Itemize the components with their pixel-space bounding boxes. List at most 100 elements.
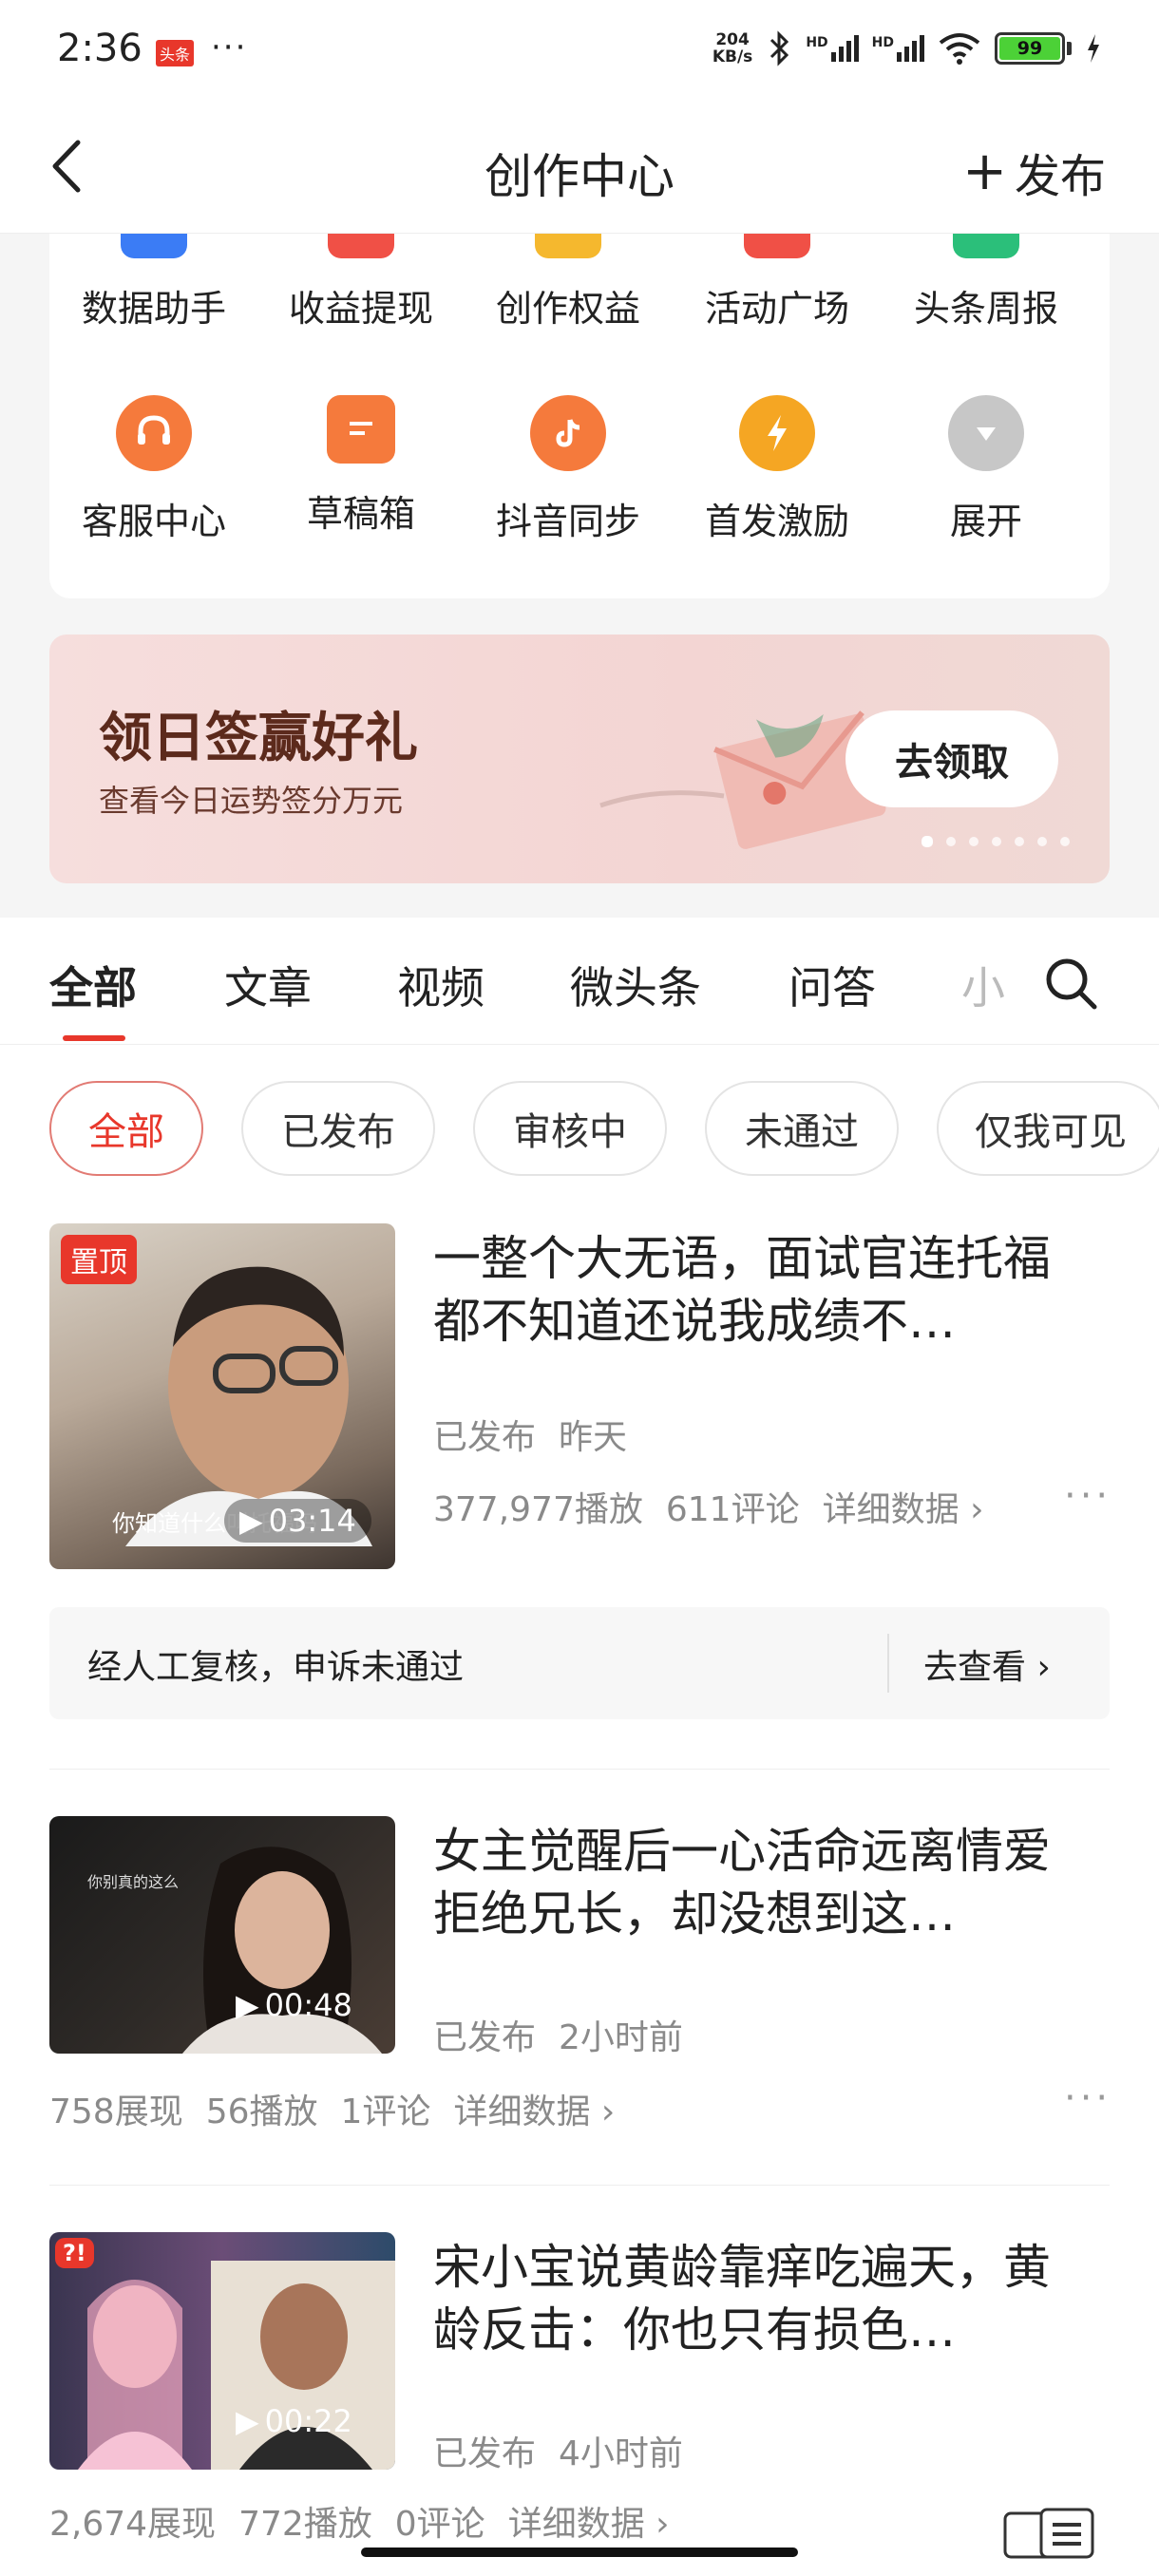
tab-more-partial[interactable]: 小: [961, 954, 1005, 1016]
lightning-icon: [739, 395, 815, 471]
divider: [49, 1769, 1110, 1770]
publish-button[interactable]: + 发布: [962, 139, 1106, 205]
data-assistant-icon: [121, 234, 187, 258]
grid-label: 创作权益: [495, 288, 640, 330]
publish-label: 发布: [1014, 150, 1106, 203]
chevron-right-icon: ›: [600, 2093, 616, 2131]
question-mark-badge: ?!: [55, 2238, 94, 2268]
play-icon: ▶: [239, 1503, 263, 1539]
charging-icon: [1088, 34, 1099, 63]
filter-all[interactable]: 全部: [49, 1081, 203, 1176]
weekly-report-icon: [953, 234, 1019, 258]
battery-level: 99: [999, 37, 1060, 60]
item-title[interactable]: 女主觉醒后一心活命远离情爱拒绝兄长，却没想到这…: [433, 1820, 1060, 1945]
grid-label: 展开: [949, 501, 1022, 542]
filter-rejected[interactable]: 未通过: [705, 1081, 899, 1176]
grid-item-customer-service[interactable]: 客服中心: [49, 395, 258, 544]
grid-label: 首发激励: [704, 501, 849, 542]
video-thumbnail[interactable]: 置顶 你知道什么叫托福吗 ▶ 03:14: [49, 1223, 395, 1569]
detail-data-link[interactable]: 详细数据 ›: [823, 1482, 984, 1531]
filter-private[interactable]: 仅我可见: [937, 1081, 1159, 1176]
status-more-icon: ···: [211, 28, 248, 66]
view-appeal-link[interactable]: 去查看 ›: [923, 1639, 1051, 1689]
list-item[interactable]: ?! ▶ 00:22 宋小宝说黄龄靠痒吃遍天，黄龄反击：你也只有损色… 已发布 …: [0, 2232, 1159, 2555]
detail-data-link[interactable]: 详细数据 ›: [508, 2502, 670, 2540]
claim-button[interactable]: 去领取: [846, 710, 1058, 807]
video-duration: ▶ 00:22: [236, 2403, 352, 2439]
grid-item-data-assistant[interactable]: 数据助手: [49, 234, 258, 331]
tab-micro-posts[interactable]: 微头条: [570, 954, 701, 1016]
withdraw-icon: [328, 234, 394, 258]
grid-item-weekly-report[interactable]: 头条周报: [882, 234, 1091, 331]
tab-qa[interactable]: 问答: [788, 954, 876, 1016]
home-indicator[interactable]: [361, 2548, 798, 2557]
wifi-icon: [939, 33, 980, 65]
more-options-icon[interactable]: ···: [1064, 1474, 1112, 1518]
battery-indicator: 99: [995, 32, 1072, 65]
chevron-right-icon: ›: [970, 1490, 984, 1529]
video-thumbnail[interactable]: 你别真的这么 ▶ 00:48: [49, 1816, 395, 2054]
network-speed-value: 204: [715, 30, 750, 49]
grid-item-douyin-sync[interactable]: 抖音同步: [464, 395, 673, 544]
status-bar: 2:36 头条 ··· 204 KB/s HD HD 99: [0, 0, 1159, 104]
pinned-badge: 置顶: [61, 1235, 137, 1284]
promo-banner[interactable]: 领日签赢好礼 查看今日运势签分万元 去领取: [49, 635, 1110, 883]
item-stats-row: 377,977播放 611评论 详细数据 ›: [433, 1482, 983, 1531]
grid-item-activity-square[interactable]: 活动广场: [673, 234, 882, 331]
grid-label: 客服中心: [81, 501, 226, 542]
grid-label: 抖音同步: [495, 501, 640, 542]
publish-status: 已发布: [433, 1418, 537, 1457]
shortcut-grid: 数据助手 收益提现 创作权益 活动广场 头条周报 客服中心 草稿箱 抖音同步 首…: [49, 234, 1110, 598]
grid-item-first-release-incentive[interactable]: 首发激励: [673, 395, 882, 544]
floating-list-icon[interactable]: [1003, 2508, 1094, 2561]
view-appeal-label: 去查看: [923, 1648, 1027, 1687]
more-options-icon[interactable]: ···: [1064, 2076, 1112, 2120]
tab-articles[interactable]: 文章: [224, 954, 312, 1016]
signal-hd-1: HD: [806, 35, 859, 62]
detail-data-label: 详细数据: [507, 2505, 645, 2540]
comment-count: 611评论: [665, 1490, 800, 1529]
impression-count: 758展现: [49, 2093, 183, 2131]
search-icon[interactable]: [1041, 954, 1100, 1013]
status-indicators: 204 KB/s HD HD 99: [712, 30, 1102, 66]
tab-videos[interactable]: 视频: [397, 954, 484, 1016]
publish-status: 已发布: [433, 2434, 537, 2473]
grid-item-creator-rights[interactable]: 创作权益: [464, 234, 673, 331]
publish-time: 昨天: [559, 1418, 628, 1457]
list-item[interactable]: 你别真的这么 ▶ 00:48 女主觉醒后一心活命远离情爱拒绝兄长，却没想到这… …: [0, 1816, 1159, 2158]
publish-status: 已发布: [433, 2018, 537, 2057]
play-count: 377,977播放: [433, 1490, 643, 1529]
expand-icon: [948, 395, 1024, 471]
notice-text: 经人工复核，申诉未通过: [87, 1648, 465, 1687]
hd-label-2: HD: [871, 35, 894, 50]
grid-item-expand[interactable]: 展开: [882, 395, 1091, 544]
content-type-tabs: 全部 文章 视频 微头条 问答 小: [0, 918, 1159, 1045]
item-title[interactable]: 一整个大无语，面试官连托福都不知道还说我成绩不…: [433, 1227, 1060, 1353]
appeal-notice: 经人工复核，申诉未通过 去查看 ›: [49, 1607, 1110, 1719]
play-count: 772播放: [238, 2505, 372, 2540]
network-speed: 204 KB/s: [712, 31, 752, 66]
filter-published[interactable]: 已发布: [241, 1081, 435, 1176]
tab-all[interactable]: 全部: [49, 954, 137, 1016]
banner-title: 领日签赢好礼: [99, 708, 418, 769]
detail-data-label: 详细数据: [822, 1490, 960, 1529]
item-title[interactable]: 宋小宝说黄龄靠痒吃遍天，黄龄反击：你也只有损色…: [433, 2236, 1060, 2361]
plus-icon: +: [962, 141, 1007, 202]
comment-count: 0评论: [394, 2505, 485, 2540]
filter-under-review[interactable]: 审核中: [473, 1081, 667, 1176]
notice-divider: [887, 1634, 889, 1693]
grid-item-drafts[interactable]: 草稿箱: [256, 395, 466, 537]
item-stats-row: 758展现 56播放 1评论 详细数据 ›: [49, 2084, 615, 2133]
item-status-row: 已发布 2小时前: [433, 2010, 683, 2059]
video-thumbnail[interactable]: ?! ▶ 00:22: [49, 2232, 395, 2470]
grid-item-withdraw[interactable]: 收益提现: [256, 234, 466, 331]
play-icon: ▶: [236, 2403, 259, 2439]
chevron-right-icon: ›: [1036, 1648, 1051, 1687]
list-item[interactable]: 置顶 你知道什么叫托福吗 ▶ 03:14 一整个大无语，面试官连托福都不知道还说…: [0, 1223, 1159, 1584]
nav-bar: 创作中心 + 发布: [0, 104, 1159, 234]
item-status-row: 已发布 4小时前: [433, 2426, 683, 2475]
network-speed-unit: KB/s: [712, 47, 753, 66]
activity-icon: [744, 234, 810, 258]
duration-text: 03:14: [268, 1503, 356, 1539]
detail-data-link[interactable]: 详细数据 ›: [453, 2084, 615, 2133]
